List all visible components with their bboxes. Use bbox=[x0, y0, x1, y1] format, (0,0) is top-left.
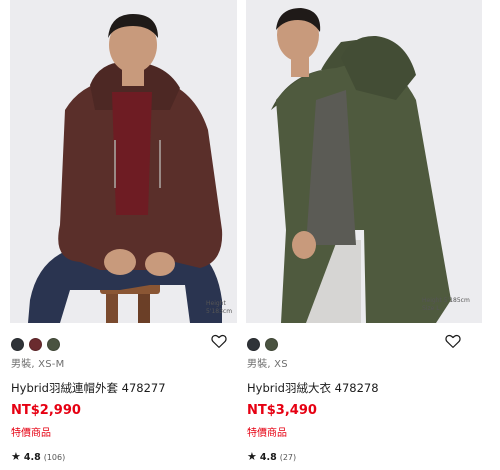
product-rating: ★ 4.8 (106) bbox=[10, 450, 237, 464]
review-count: (106) bbox=[43, 453, 66, 462]
product-price: NT$2,990 bbox=[11, 403, 81, 418]
star-icon: ★ bbox=[11, 450, 21, 463]
product-title[interactable]: Hybrid羽絨大衣 478278 bbox=[246, 380, 482, 396]
color-swatches bbox=[11, 334, 65, 353]
model-size-note: Height 5'185cm Size L bbox=[422, 297, 470, 312]
rating-score: 4.8 bbox=[23, 452, 41, 463]
color-swatch-row bbox=[10, 330, 237, 352]
product-image[interactable]: Height 5'183cm bbox=[10, 0, 237, 323]
heart-outline-icon[interactable] bbox=[210, 332, 228, 350]
color-swatch-wine[interactable] bbox=[29, 338, 42, 351]
sale-badge: 特價商品 bbox=[11, 428, 51, 439]
product-title[interactable]: Hybrid羽絨連帽外套 478277 bbox=[10, 380, 237, 396]
color-swatch-olive[interactable] bbox=[265, 338, 278, 351]
color-swatch-olive[interactable] bbox=[47, 338, 60, 351]
heart-outline-icon[interactable] bbox=[444, 332, 462, 350]
color-swatch-row bbox=[246, 330, 482, 352]
product-image[interactable]: Height 5'185cm Size L bbox=[246, 0, 482, 323]
rating-score: 4.8 bbox=[259, 452, 277, 463]
color-swatch-dark-gray[interactable] bbox=[11, 338, 24, 351]
product-photo-illustration bbox=[10, 0, 237, 323]
product-price: NT$3,490 bbox=[247, 403, 317, 418]
gender-size-range: 男裝, XS bbox=[247, 359, 288, 370]
review-count: (27) bbox=[279, 453, 297, 462]
product-card[interactable]: Height 5'183cm 男裝, XS-M Hybrid羽絨連帽外套 478… bbox=[10, 0, 237, 464]
product-photo-illustration bbox=[246, 0, 482, 323]
gender-size-range: 男裝, XS-M bbox=[11, 359, 65, 370]
sale-badge: 特價商品 bbox=[247, 428, 287, 439]
product-rating: ★ 4.8 (27) bbox=[246, 450, 482, 464]
star-icon: ★ bbox=[247, 450, 257, 463]
product-card[interactable]: Height 5'185cm Size L 男裝, XS Hybrid羽絨大衣 … bbox=[246, 0, 482, 464]
model-size-note: Height 5'183cm bbox=[206, 300, 233, 315]
color-swatches bbox=[247, 334, 283, 353]
color-swatch-dark-gray[interactable] bbox=[247, 338, 260, 351]
